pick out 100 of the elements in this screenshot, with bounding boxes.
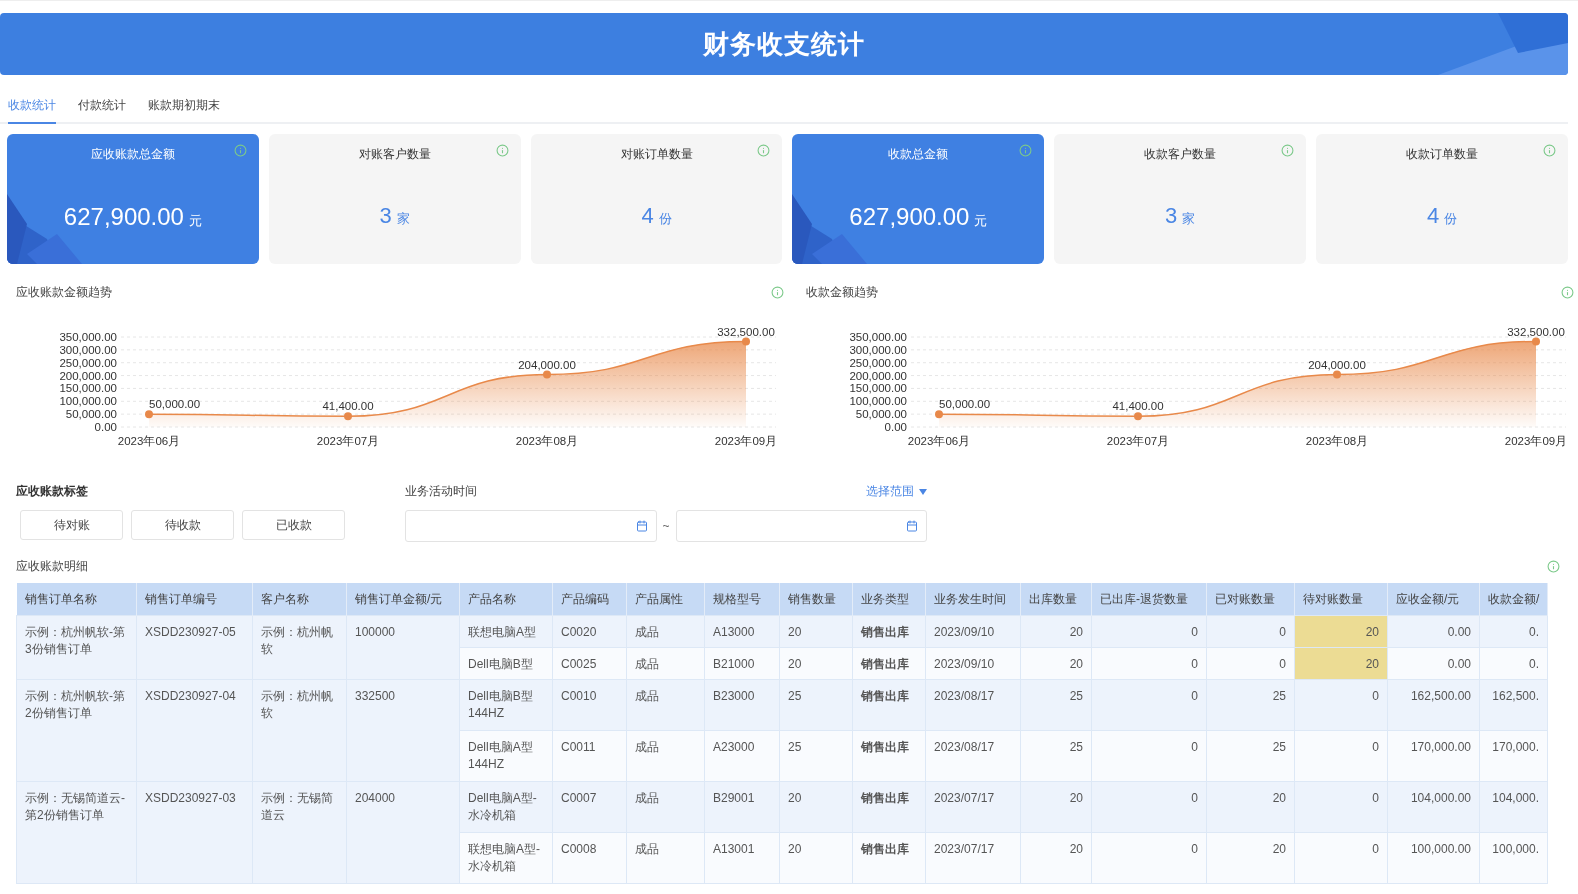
column-header: 出库数量 <box>1020 583 1092 616</box>
table-cell: 0 <box>1091 679 1207 731</box>
card-unit: 份 <box>1444 210 1458 228</box>
info-icon[interactable] <box>771 286 784 299</box>
column-header: 规格型号 <box>704 583 780 616</box>
data-point <box>543 370 551 379</box>
table-cell: 销售出库 <box>852 832 926 884</box>
table-cell: 0 <box>1091 781 1207 833</box>
column-header: 收款金额/ <box>1479 583 1548 616</box>
column-header: 销售订单金额/元 <box>346 583 460 616</box>
table-cell: 0 <box>1206 647 1295 680</box>
tab[interactable]: 账款期初期末 <box>148 97 220 124</box>
table-cell: 0 <box>1091 832 1207 884</box>
table-cell: A13001 <box>704 832 780 884</box>
tag-button[interactable]: 已收款 <box>242 510 345 540</box>
data-point <box>742 337 750 346</box>
tag-button[interactable]: 待对账 <box>20 510 123 540</box>
table-cell: C0008 <box>552 832 627 884</box>
column-header: 业务发生时间 <box>925 583 1021 616</box>
column-header: 产品名称 <box>459 583 553 616</box>
axis-label: 2023年06月 <box>907 435 971 447</box>
table-cell: 销售出库 <box>852 730 926 782</box>
axis-label: 2023年09月 <box>1504 435 1568 447</box>
date-field[interactable] <box>405 510 657 542</box>
data-point <box>1333 370 1341 379</box>
table-cell: 成品 <box>626 615 705 648</box>
calendar-icon <box>635 520 648 532</box>
table-cell: 示例：杭州帆软 <box>252 679 347 782</box>
tag-button[interactable]: 待收款 <box>131 510 234 540</box>
table-cell: 联想电脑A型 <box>459 615 553 648</box>
card-unit: 元 <box>974 212 988 230</box>
table-cell: 25 <box>1206 730 1295 782</box>
table-cell: 0 <box>1206 615 1295 648</box>
date-field[interactable] <box>675 510 927 542</box>
axis-label: 150,000.00 <box>59 382 117 395</box>
calendar-icon <box>906 520 918 532</box>
data-point <box>145 410 153 419</box>
table-cell: 25 <box>779 730 853 782</box>
table-cell: 20 <box>1020 615 1092 648</box>
axis-label: 50,000.00 <box>65 408 117 421</box>
table-cell: 204000 <box>346 781 460 884</box>
table-cell: 332500 <box>346 679 460 782</box>
data-point <box>344 412 352 421</box>
info-icon[interactable] <box>1561 286 1574 299</box>
range-separator: ~ <box>662 519 670 533</box>
table-cell: 成品 <box>626 832 705 884</box>
data-point <box>1134 412 1142 421</box>
tab[interactable]: 付款统计 <box>78 97 126 124</box>
table-cell: 联想电脑A型-水冷机箱 <box>459 832 553 884</box>
card-value: 627,900.00 <box>63 203 184 231</box>
data-label: 332,500.00 <box>717 325 775 338</box>
axis-label: 250,000.00 <box>59 356 117 369</box>
table-cell: 0 <box>1091 730 1207 782</box>
table-cell: 成品 <box>626 679 705 731</box>
table-cell: B23000 <box>704 679 780 731</box>
table-cell: 2023/09/10 <box>925 615 1021 648</box>
table-cell: 0.00 <box>1387 615 1480 648</box>
axis-label: 2023年08月 <box>515 435 579 447</box>
range-dropdown[interactable]: 选择范围 <box>866 483 927 500</box>
axis-label: 0.00 <box>884 421 907 433</box>
card-value: 4 <box>1426 203 1440 229</box>
table-cell: 销售出库 <box>852 679 926 731</box>
table-cell: 示例：无锡简道云 <box>252 781 347 884</box>
info-icon[interactable] <box>1547 560 1560 573</box>
info-icon[interactable] <box>1281 144 1295 157</box>
table-cell: 20 <box>1206 832 1295 884</box>
table-cell: Dell电脑A型-水冷机箱 <box>459 781 553 833</box>
table-cell: 2023/08/17 <box>925 679 1021 731</box>
info-icon[interactable] <box>233 144 247 157</box>
column-header: 已对账数量 <box>1206 583 1295 616</box>
chart-title: 收款金额趋势 <box>806 284 878 301</box>
page-title: 财务收支统计 <box>703 27 865 61</box>
table-cell: 20 <box>779 781 853 833</box>
tab[interactable]: 收款统计 <box>8 97 56 124</box>
table-cell: 162,500.00 <box>1387 679 1480 731</box>
card-title: 收款客户数量 <box>1144 146 1217 163</box>
info-icon[interactable] <box>757 144 771 157</box>
info-icon[interactable] <box>1019 144 1033 157</box>
table-cell: 销售出库 <box>852 615 926 648</box>
table-cell: 0. <box>1479 647 1548 680</box>
table-cell: A13000 <box>704 615 780 648</box>
table-cell: 0.00 <box>1387 647 1480 680</box>
table-cell: 20 <box>1020 832 1092 884</box>
table-cell: 销售出库 <box>852 647 926 680</box>
table-cell: C0020 <box>552 615 627 648</box>
table-cell: 25 <box>1206 679 1295 731</box>
data-label: 41,400.00 <box>1112 400 1164 413</box>
info-icon[interactable] <box>1543 144 1556 157</box>
axis-label: 2023年06月 <box>117 435 181 447</box>
table-cell: Dell电脑B型144HZ <box>459 679 553 731</box>
chart-title: 应收账款金额趋势 <box>16 284 112 301</box>
data-label: 50,000.00 <box>149 398 201 411</box>
card-unit: 家 <box>396 210 410 228</box>
axis-label: 250,000.00 <box>849 356 907 369</box>
data-label: 332,500.00 <box>1507 325 1565 338</box>
table-cell: 100000 <box>346 615 460 680</box>
column-header: 已出库-退货数量 <box>1091 583 1207 616</box>
info-icon[interactable] <box>495 144 509 157</box>
table-cell: 25 <box>779 679 853 731</box>
table-cell: 0 <box>1294 679 1388 731</box>
